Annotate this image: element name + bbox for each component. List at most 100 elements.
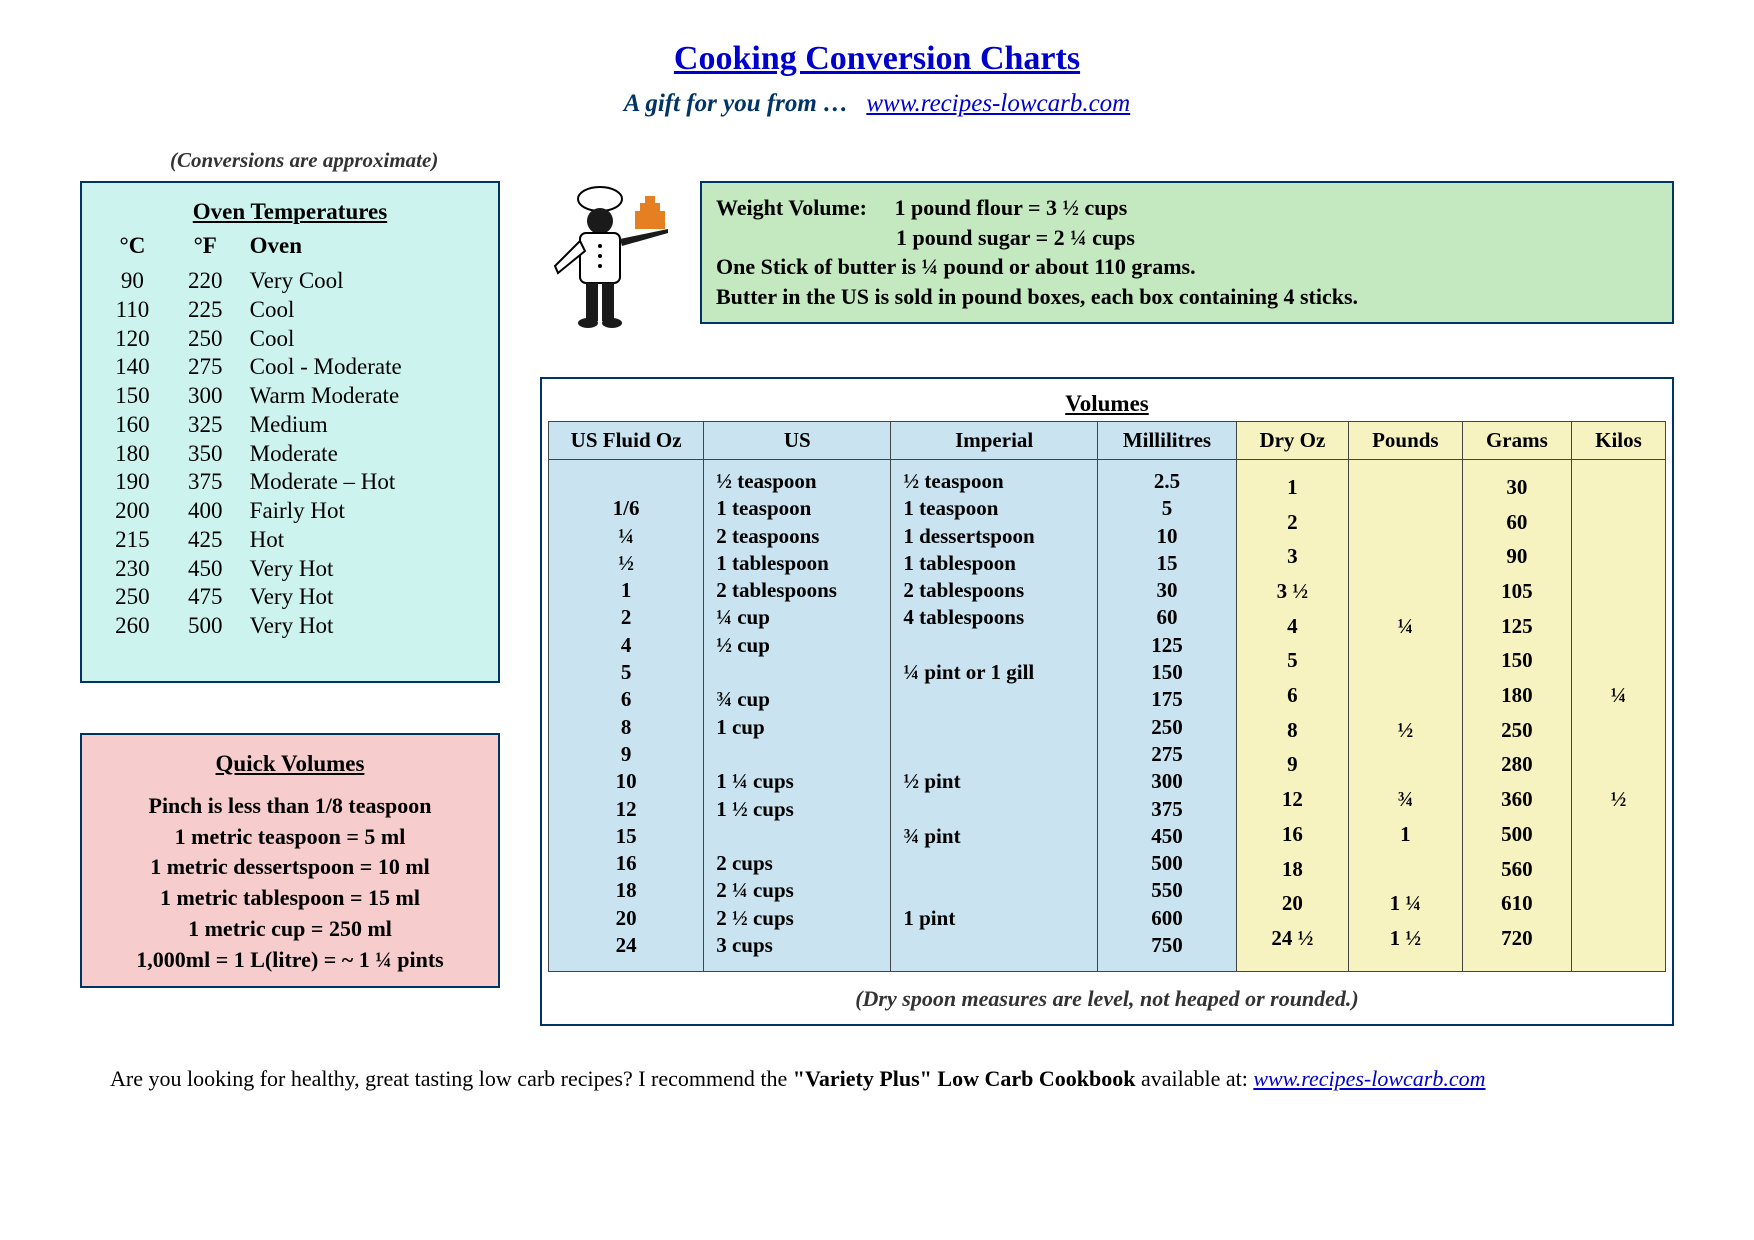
- oven-desc: Very Cool: [242, 267, 484, 296]
- oven-f: 225: [169, 296, 242, 325]
- weight-volume-box: Weight Volume: 1 pound flour = 3 ½ cups …: [700, 181, 1674, 324]
- oven-desc: Cool: [242, 325, 484, 354]
- oven-c: 120: [96, 325, 169, 354]
- oven-c: 215: [96, 526, 169, 555]
- v-ml: 450: [1097, 823, 1236, 850]
- v-oz: 10: [549, 768, 704, 795]
- oven-c: 110: [96, 296, 169, 325]
- footer-avail: available at:: [1141, 1066, 1253, 1091]
- oven-row: 90220Very Cool: [96, 267, 484, 296]
- v-us: ¼ cup: [704, 604, 891, 631]
- v-lb: [1348, 470, 1462, 505]
- v-kg: [1571, 574, 1665, 609]
- v-us: ½ cup: [704, 632, 891, 659]
- v-doz: 1: [1237, 470, 1348, 505]
- oven-c: 90: [96, 267, 169, 296]
- wv-label: Weight Volume:: [716, 195, 867, 220]
- v-g: [1462, 460, 1571, 471]
- v-us: 1 tablespoon: [704, 550, 891, 577]
- v-imp: [891, 796, 1098, 823]
- footer-book: "Variety Plus" Low Carb Cookbook: [793, 1066, 1136, 1091]
- v-g: 90: [1462, 540, 1571, 575]
- oven-row: 120250Cool: [96, 325, 484, 354]
- quick-line: 1 metric cup = 250 ml: [96, 914, 484, 945]
- oven-row: 140275Cool - Moderate: [96, 353, 484, 382]
- v-doz: 8: [1237, 713, 1348, 748]
- oven-f: 500: [169, 612, 242, 641]
- volumes-dry-row: 260: [1237, 505, 1665, 540]
- v-us: ½ teaspoon: [704, 460, 891, 496]
- v-kg: [1571, 921, 1665, 956]
- v-ml: 150: [1097, 659, 1236, 686]
- volumes-box: Volumes US Fluid Oz US Imperial Millilit…: [540, 377, 1674, 1026]
- volumes-row: 121 ½ cups375: [549, 796, 1236, 823]
- footer-link[interactable]: www.recipes-lowcarb.com: [1253, 1066, 1485, 1091]
- v-ml: 275: [1097, 741, 1236, 768]
- v-ml: 30: [1097, 577, 1236, 604]
- oven-row: 260500Very Hot: [96, 612, 484, 641]
- oven-desc: Cool: [242, 296, 484, 325]
- v-imp: 1 teaspoon: [891, 495, 1098, 522]
- oven-table: °C °F Oven 90220Very Cool110225Cool12025…: [96, 231, 484, 641]
- v-oz: 2: [549, 604, 704, 631]
- v-doz: 3 ½: [1237, 574, 1348, 609]
- v-ml: 500: [1097, 850, 1236, 877]
- v-imp: [891, 632, 1098, 659]
- v-g: 30: [1462, 470, 1571, 505]
- v-doz: 6: [1237, 678, 1348, 713]
- oven-c: 180: [96, 440, 169, 469]
- volumes-dry-row: 1 30: [1237, 470, 1665, 505]
- vh-dryoz: Dry Oz: [1237, 422, 1348, 460]
- volumes-row: ½ teaspoon½ teaspoon2.5: [549, 460, 1236, 496]
- v-us: 2 ½ cups: [704, 905, 891, 932]
- v-us: [704, 741, 891, 768]
- v-ml: 300: [1097, 768, 1236, 795]
- v-g: 560: [1462, 852, 1571, 887]
- v-kg: [1571, 609, 1665, 644]
- vh-pounds: Pounds: [1348, 422, 1462, 460]
- volumes-dry-row: 3 ½105: [1237, 574, 1665, 609]
- v-oz: 4: [549, 632, 704, 659]
- subtitle-prefix: A gift for you from …: [624, 90, 848, 117]
- v-kg: [1571, 852, 1665, 887]
- v-doz: 4: [1237, 609, 1348, 644]
- quick-line: 1 metric dessertspoon = 10 ml: [96, 852, 484, 883]
- vh-us: US: [704, 422, 891, 460]
- v-us: 2 teaspoons: [704, 523, 891, 550]
- v-lb: [1348, 852, 1462, 887]
- oven-c: 260: [96, 612, 169, 641]
- v-us: [704, 659, 891, 686]
- v-lb: [1348, 956, 1462, 971]
- oven-desc: Hot: [242, 526, 484, 555]
- v-imp: [891, 877, 1098, 904]
- v-lb: [1348, 460, 1462, 471]
- v-oz: 20: [549, 905, 704, 932]
- oven-c: 200: [96, 497, 169, 526]
- v-imp: [891, 850, 1098, 877]
- vh-ml: Millilitres: [1097, 422, 1236, 460]
- v-kg: [1571, 470, 1665, 505]
- oven-f: 220: [169, 267, 242, 296]
- v-ml: 2.5: [1097, 460, 1236, 496]
- v-oz: ½: [549, 550, 704, 577]
- volumes-dry-row: 12¾360½: [1237, 782, 1665, 817]
- footer: Are you looking for healthy, great tasti…: [80, 1066, 1674, 1092]
- volumes-dry-row: 6180¼: [1237, 678, 1665, 713]
- oven-header-f: °F: [169, 231, 242, 267]
- v-lb: 1 ¼: [1348, 887, 1462, 922]
- v-kg: [1571, 748, 1665, 783]
- v-oz: 1/6: [549, 495, 704, 522]
- v-lb: ¼: [1348, 609, 1462, 644]
- volumes-row: 4½ cup125: [549, 632, 1236, 659]
- v-oz: 5: [549, 659, 704, 686]
- v-imp: 4 tablespoons: [891, 604, 1098, 631]
- v-oz: 1: [549, 577, 704, 604]
- oven-row: 180350Moderate: [96, 440, 484, 469]
- v-us: 1 teaspoon: [704, 495, 891, 522]
- site-link[interactable]: www.recipes-lowcarb.com: [866, 90, 1130, 117]
- oven-desc: Medium: [242, 411, 484, 440]
- v-us: 2 tablespoons: [704, 577, 891, 604]
- oven-c: 230: [96, 555, 169, 584]
- v-doz: 24 ½: [1237, 921, 1348, 956]
- footer-question: Are you looking for healthy, great tasti…: [110, 1066, 793, 1091]
